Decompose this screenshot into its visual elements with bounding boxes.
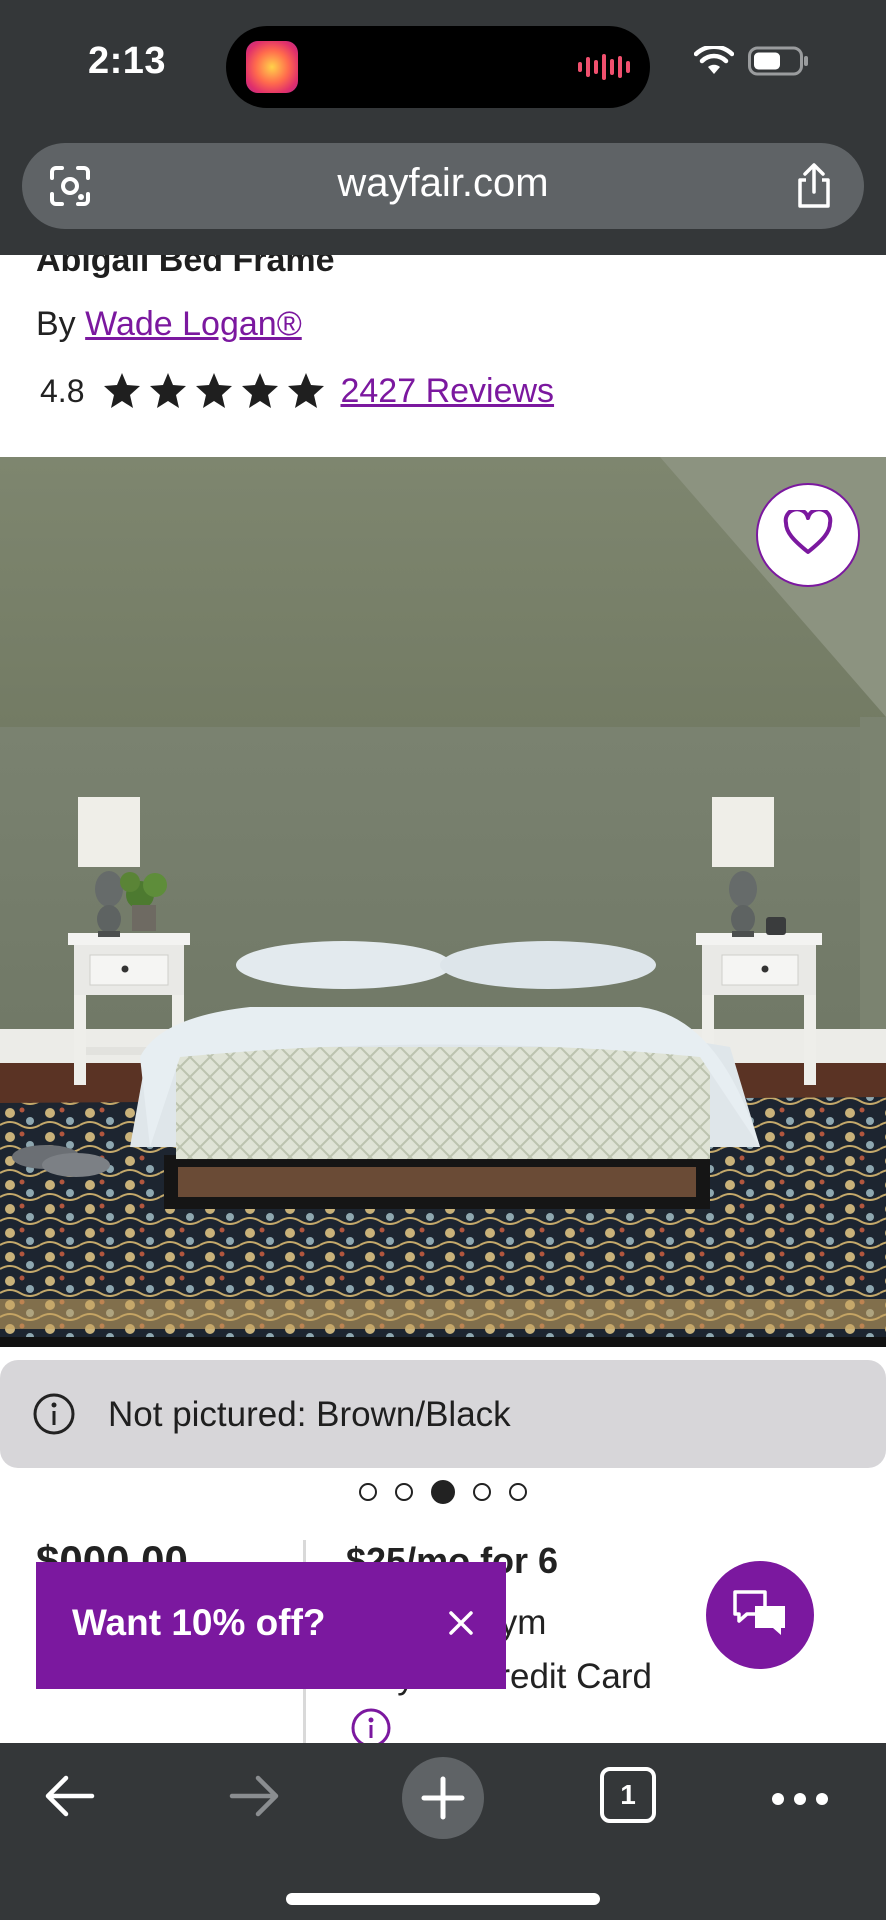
url-text[interactable]: wayfair.com bbox=[22, 161, 864, 206]
carousel-dot[interactable] bbox=[395, 1483, 413, 1501]
promo-label[interactable]: Want 10% off? bbox=[72, 1602, 326, 1644]
carousel-dots[interactable] bbox=[0, 1480, 886, 1504]
star-rating bbox=[102, 371, 326, 411]
status-indicators bbox=[694, 46, 810, 76]
carousel-dot[interactable] bbox=[509, 1483, 527, 1501]
favorite-button[interactable] bbox=[756, 483, 860, 587]
brand-link[interactable]: Wade Logan® bbox=[85, 305, 302, 343]
info-icon bbox=[32, 1392, 76, 1436]
not-pictured-text: Not pictured: Brown/Black bbox=[108, 1395, 511, 1434]
new-tab-button[interactable] bbox=[402, 1757, 484, 1839]
star-icon bbox=[150, 373, 187, 408]
by-label: By bbox=[36, 305, 76, 343]
status-time: 2:13 bbox=[88, 40, 167, 82]
home-indicator[interactable] bbox=[286, 1893, 600, 1905]
star-icon bbox=[104, 373, 141, 408]
reviews-link[interactable]: 2427 Reviews bbox=[340, 372, 554, 411]
browser-bottom-toolbar: 1 bbox=[0, 1743, 886, 1920]
star-icon bbox=[288, 373, 325, 408]
address-bar[interactable]: wayfair.com bbox=[22, 143, 864, 229]
browser-top-chrome: 2:13 wayfair.com bbox=[0, 0, 886, 255]
not-pictured-banner: Not pictured: Brown/Black bbox=[0, 1360, 886, 1468]
carousel-dot[interactable] bbox=[473, 1483, 491, 1501]
live-activity-app-icon bbox=[246, 41, 298, 93]
product-image[interactable] bbox=[0, 457, 886, 1347]
product-page: Abigail Bed Frame By Wade Logan® 4.8 242… bbox=[0, 255, 886, 1743]
rating-value: 4.8 bbox=[40, 372, 85, 409]
carousel-dot[interactable] bbox=[359, 1483, 377, 1501]
back-arrow-icon[interactable] bbox=[42, 1771, 96, 1826]
audio-wave-icon bbox=[578, 53, 630, 81]
brand-line: By Wade Logan® bbox=[36, 305, 302, 344]
dynamic-island[interactable] bbox=[226, 26, 650, 108]
discount-promo-banner[interactable]: Want 10% off? bbox=[36, 1562, 506, 1689]
forward-arrow-icon[interactable] bbox=[228, 1771, 282, 1826]
financing-info-icon[interactable] bbox=[350, 1707, 392, 1743]
product-title: Abigail Bed Frame bbox=[36, 255, 335, 279]
star-icon bbox=[196, 373, 233, 408]
wifi-icon bbox=[694, 46, 734, 76]
plus-icon bbox=[421, 1776, 465, 1820]
heart-icon bbox=[783, 506, 833, 561]
share-icon[interactable] bbox=[792, 162, 836, 210]
close-icon[interactable] bbox=[438, 1600, 484, 1646]
chat-button[interactable] bbox=[706, 1561, 814, 1669]
app-screen: 2:13 wayfair.com Abigail Bed Frame By Wa… bbox=[0, 0, 886, 1920]
star-icon bbox=[242, 373, 279, 408]
more-dots-icon[interactable] bbox=[772, 1793, 828, 1805]
carousel-dot[interactable] bbox=[431, 1480, 455, 1504]
chat-bubbles-icon bbox=[731, 1586, 789, 1645]
tabs-count-button[interactable]: 1 bbox=[600, 1767, 656, 1823]
battery-icon bbox=[748, 46, 810, 76]
rating-row: 4.8 2427 Reviews bbox=[40, 371, 554, 411]
bedroom-scene-image bbox=[0, 457, 886, 1347]
